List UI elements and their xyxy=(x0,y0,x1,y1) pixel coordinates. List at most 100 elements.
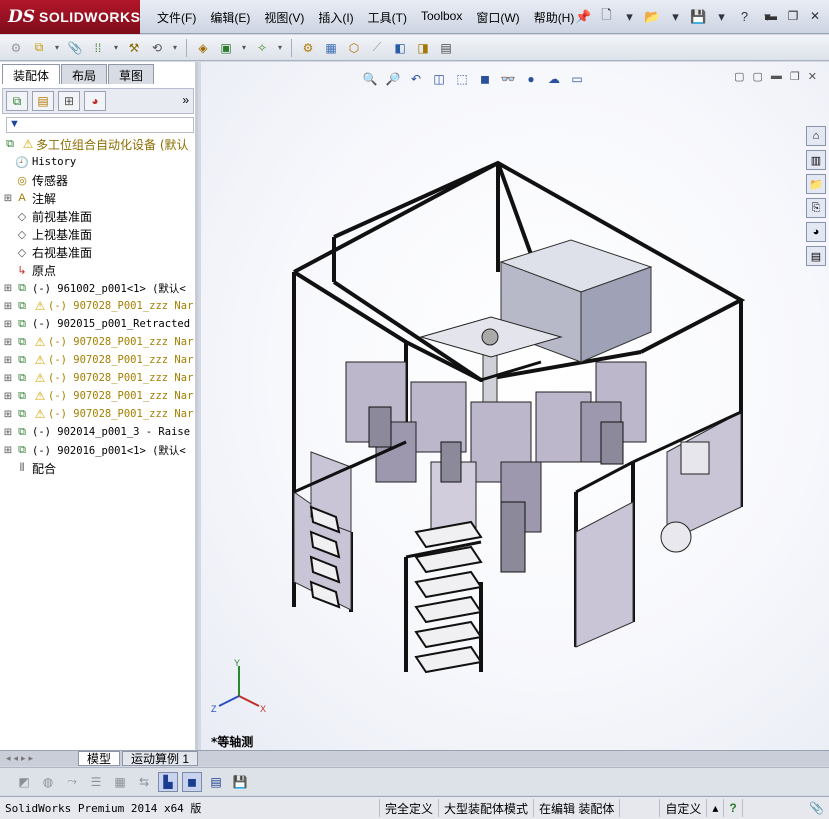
appearances-icon[interactable]: ◕ xyxy=(806,222,826,242)
tree-item-component[interactable]: ⊞ ⧉ (-) 902014_p001_3 - Raise xyxy=(2,423,196,441)
display-manager-icon[interactable]: ◕ xyxy=(84,91,106,111)
tab-layout[interactable]: 布局 xyxy=(61,64,108,84)
dropdown-arrow-icon[interactable]: ▾ xyxy=(111,38,121,58)
compare-icon[interactable]: ⇆ xyxy=(134,772,154,792)
tab-motion-study[interactable]: 运动算例 1 xyxy=(122,751,199,766)
solidworks-logo[interactable]: DS SOLIDWORKS xyxy=(0,0,140,34)
menu-edit[interactable]: 编辑(E) xyxy=(203,9,257,26)
minimize-icon[interactable]: ▬ xyxy=(771,70,782,83)
insert-components-icon[interactable]: ⧉ xyxy=(29,38,49,58)
previous-view-icon[interactable]: ↶ xyxy=(407,70,425,88)
clearance-verification-icon[interactable]: ◨ xyxy=(413,38,433,58)
help-button[interactable]: ? xyxy=(724,799,743,817)
units-selector[interactable]: 自定义 xyxy=(660,799,708,817)
restore-icon[interactable]: ❐ xyxy=(785,8,801,24)
dropdown-arrow-icon[interactable]: ▾ xyxy=(620,7,639,26)
apply-scene-icon[interactable]: ☁ xyxy=(545,70,563,88)
dropdown-arrow-icon[interactable]: ▾ xyxy=(170,38,180,58)
graphics-area[interactable]: 🔍 🔎 ↶ ◫ ⬚ ◼ 👓 ● ☁ ▭ ▢ ▢ ▬ ❐ ✕ ⌂ ▥ 📁 ⎘ ◕ … xyxy=(201,62,829,750)
menu-toolbox[interactable]: Toolbox xyxy=(414,9,469,26)
tab-scroll-arrows[interactable]: ◂◂▸▸ xyxy=(0,753,78,764)
tree-item-component[interactable]: ⊞ ⧉ (-) 902016_p001<1> (默认< xyxy=(2,441,196,459)
view-orientation-icon[interactable]: ⬚ xyxy=(453,70,471,88)
grid-icon[interactable]: ▦ xyxy=(110,772,130,792)
close-icon[interactable]: ✕ xyxy=(808,70,817,83)
tree-item-right-plane[interactable]: ◇ 右视基准面 xyxy=(2,243,196,261)
expand-icon[interactable]: ⊞ xyxy=(2,337,14,348)
tree-item-mates[interactable]: ⫴ 配合 xyxy=(2,459,196,477)
split-view-icon[interactable]: ▢ xyxy=(734,70,744,83)
animation-wizard-icon[interactable]: ⤳ xyxy=(62,772,82,792)
show-hidden-components-icon[interactable]: ◈ xyxy=(193,38,213,58)
tree-item-component[interactable]: ⊞ ⧉ ⚠ (-) 907028_P001_zzz Nar xyxy=(2,387,196,405)
edit-component-icon[interactable]: ⚙ xyxy=(6,38,26,58)
cube-view-icon[interactable]: ◼ xyxy=(182,771,202,792)
home-icon[interactable]: ⌂ xyxy=(806,126,826,146)
dropdown-arrow-icon[interactable]: ▾ xyxy=(275,38,285,58)
close-icon[interactable]: ✕ xyxy=(807,8,823,24)
tree-root[interactable]: ⧉ ⚠ 多工位组合自动化设备 (默认 xyxy=(2,135,196,153)
menu-insert[interactable]: 插入(I) xyxy=(311,9,360,26)
design-library-icon[interactable]: ▥ xyxy=(806,150,826,170)
custom-properties-icon[interactable]: ▤ xyxy=(806,246,826,266)
explode-line-sketch-icon[interactable]: ⟋ xyxy=(367,38,387,58)
notes-icon[interactable]: 📎 xyxy=(804,799,829,817)
list-icon[interactable]: ☰ xyxy=(86,772,106,792)
reference-geometry-icon[interactable]: ✧ xyxy=(252,38,272,58)
expand-chevron-icon[interactable]: » xyxy=(182,93,189,107)
expand-icon[interactable]: ⊞ xyxy=(2,445,14,456)
minimize-icon[interactable]: ▬ xyxy=(763,8,779,24)
tree-item-component[interactable]: ⊞ ⧉ ⚠ (-) 907028_P001_zzz Nar xyxy=(2,297,196,315)
tree-item-component[interactable]: ⊞ ⧉ ⚠ (-) 907028_P001_zzz Nar xyxy=(2,351,196,369)
menu-file[interactable]: 文件(F) xyxy=(150,9,203,26)
smart-fasteners-icon[interactable]: ⚒ xyxy=(124,38,144,58)
save-icon[interactable]: 💾 xyxy=(689,7,708,26)
mate-icon[interactable]: 📎 xyxy=(65,38,85,58)
hide-show-items-icon[interactable]: 👓 xyxy=(499,70,517,88)
edit-appearance-icon[interactable]: ● xyxy=(522,70,540,88)
assembly-features-icon[interactable]: ▣ xyxy=(216,38,236,58)
expand-icon[interactable]: ⊞ xyxy=(2,409,14,420)
tree-item-component[interactable]: ⊞ ⧉ ⚠ (-) 907028_P001_zzz Nar xyxy=(2,369,196,387)
menu-window[interactable]: 窗口(W) xyxy=(469,9,526,26)
large-assembly-mode[interactable]: 大型装配体模式 xyxy=(439,799,535,817)
save-icon[interactable]: 💾 xyxy=(230,772,250,792)
expand-icon[interactable]: ⊞ xyxy=(2,427,14,438)
menu-tools[interactable]: 工具(T) xyxy=(361,9,414,26)
zoom-to-area-icon[interactable]: 🔎 xyxy=(384,70,402,88)
expand-icon[interactable]: ⊞ xyxy=(2,373,14,384)
instant3d-icon[interactable]: ▤ xyxy=(436,38,456,58)
file-explorer-icon[interactable]: 📁 xyxy=(806,174,826,194)
open-folder-icon[interactable]: 📂 xyxy=(643,7,662,26)
play-icon[interactable]: ◍ xyxy=(38,772,58,792)
tree-item-component[interactable]: ⊞ ⧉ (-) 961002_p001<1> (默认< xyxy=(2,279,196,297)
linear-pattern-icon[interactable]: ⁞⁞ xyxy=(88,38,108,58)
section-view-icon[interactable]: ◫ xyxy=(430,70,448,88)
expand-icon[interactable]: ⊞ xyxy=(2,355,14,366)
tree-item-origin[interactable]: ↳ 原点 xyxy=(2,261,196,279)
tree-filter[interactable]: ▼ xyxy=(6,117,194,133)
help-icon[interactable]: ? xyxy=(735,7,754,26)
tab-sketch[interactable]: 草图 xyxy=(108,64,155,84)
split-view-icon[interactable]: ▢ xyxy=(753,70,763,83)
zoom-to-fit-icon[interactable]: 🔍 xyxy=(361,70,379,88)
table-icon[interactable]: ▤ xyxy=(206,772,226,792)
interference-detection-icon[interactable]: ◧ xyxy=(390,38,410,58)
menu-view[interactable]: 视图(V) xyxy=(257,9,311,26)
tree-item-top-plane[interactable]: ◇ 上视基准面 xyxy=(2,225,196,243)
featuremanager-tree-icon[interactable]: ⧉ xyxy=(6,91,28,111)
tree-item-front-plane[interactable]: ◇ 前视基准面 xyxy=(2,207,196,225)
new-document-icon[interactable]: 🗋 xyxy=(597,7,616,26)
new-motion-study-icon[interactable]: ⚙ xyxy=(298,38,318,58)
configuration-manager-icon[interactable]: ⊞ xyxy=(58,91,80,111)
tree-item-component[interactable]: ⊞ ⧉ ⚠ (-) 907028_P001_zzz Nar xyxy=(2,405,196,423)
tree-item-sensors[interactable]: ◎ 传感器 xyxy=(2,171,196,189)
move-component-icon[interactable]: ⟲ xyxy=(147,38,167,58)
exploded-view-icon[interactable]: ⬡ xyxy=(344,38,364,58)
pin-icon[interactable]: 📌 xyxy=(574,7,593,26)
units-dropdown-icon[interactable]: ▴ xyxy=(707,799,725,817)
dropdown-arrow-icon[interactable]: ▾ xyxy=(666,7,685,26)
display-style-icon[interactable]: ◼ xyxy=(476,70,494,88)
expand-icon[interactable]: ⊞ xyxy=(2,283,14,294)
expand-icon[interactable]: ⊞ xyxy=(2,193,14,204)
